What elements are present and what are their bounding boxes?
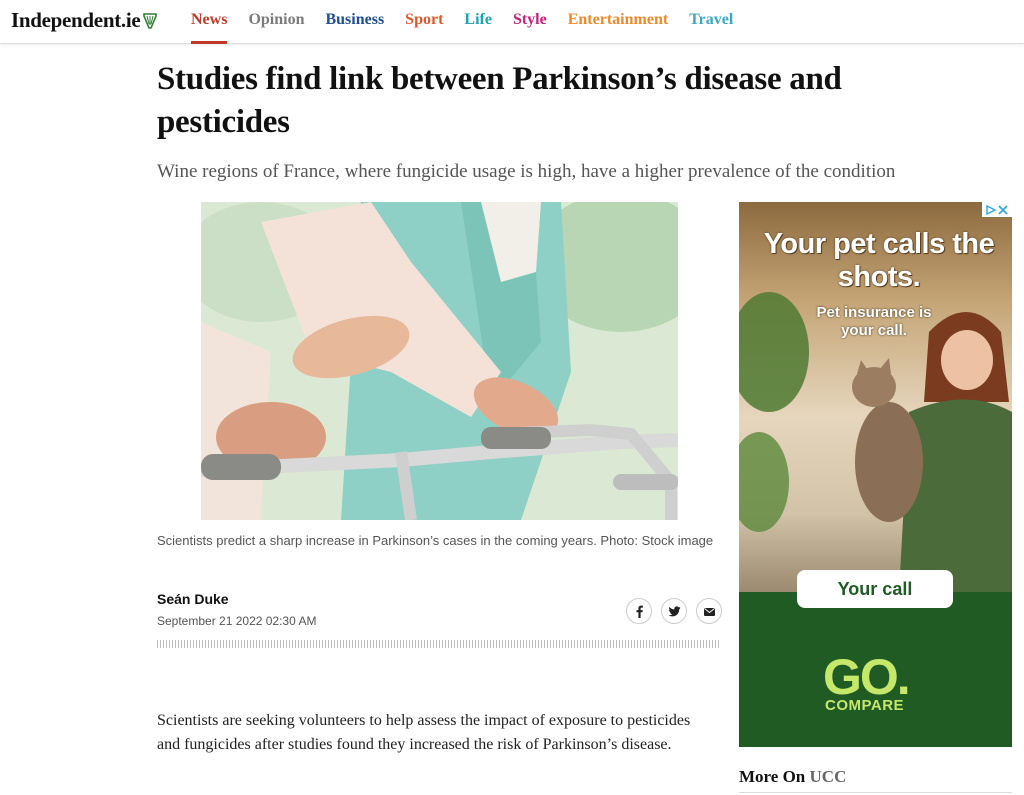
publish-date: September 21 2022 02:30 AM xyxy=(157,614,317,628)
section-nav: News Opinion Business Sport Life Style Enterta… xyxy=(191,0,754,44)
nav-item-sport[interactable]: Sport xyxy=(405,0,443,44)
nav-item-travel[interactable]: Travel xyxy=(689,0,733,44)
walker-photo-illustration xyxy=(201,202,678,520)
ad-brand-logo-go: GO. xyxy=(823,649,911,705)
nav-item-opinion[interactable]: Opinion xyxy=(248,0,304,44)
share-twitter-button[interactable] xyxy=(661,598,687,624)
more-on-rule xyxy=(739,792,1012,793)
site-logo[interactable]: Independent.ie xyxy=(11,8,158,33)
email-icon xyxy=(703,607,715,616)
nav-item-style[interactable]: Style xyxy=(513,0,547,44)
more-on-topic-link[interactable]: UCC xyxy=(810,767,847,786)
twitter-icon xyxy=(668,605,680,616)
nav-item-news[interactable]: News xyxy=(191,0,228,44)
nav-item-entertainment[interactable]: Entertainment xyxy=(568,0,668,44)
harp-icon xyxy=(143,12,158,29)
author-name[interactable]: Seán Duke xyxy=(157,591,229,607)
article-headline: Studies find link between Parkinson’s di… xyxy=(157,61,842,140)
ad-cta-button[interactable]: Your call xyxy=(797,570,953,608)
adchoices-icon[interactable] xyxy=(982,202,1012,217)
nav-item-business[interactable]: Business xyxy=(325,0,384,44)
share-facebook-button[interactable] xyxy=(626,598,652,624)
byline-divider xyxy=(157,640,720,648)
ad-brand-logo-compare: COMPARE xyxy=(825,697,905,714)
more-on-heading: More On UCC xyxy=(739,767,846,787)
article-standfirst: Wine regions of France, where fungicide … xyxy=(157,161,896,182)
close-icon[interactable] xyxy=(998,204,1008,215)
more-on-label: More On xyxy=(739,767,806,786)
ad-subline: Pet insurance is your call. xyxy=(816,304,932,339)
top-navigation-bar: Independent.ie News Opinion Business Sport L… xyxy=(0,0,1024,44)
ad-headline: Your pet calls the shots. xyxy=(763,228,995,293)
nav-item-life[interactable]: Life xyxy=(464,0,492,44)
facebook-icon xyxy=(636,605,643,618)
article-body-paragraph: Scientists are seeking volunteers to hel… xyxy=(157,712,691,753)
share-email-button[interactable] xyxy=(696,598,722,624)
image-caption: Scientists predict a sharp increase in P… xyxy=(157,533,714,548)
advertisement[interactable]: Your pet calls the shots. Pet insurance … xyxy=(739,202,1012,747)
hero-image[interactable] xyxy=(201,202,678,520)
adchoices-triangle-icon xyxy=(986,204,996,215)
site-logo-text: Independent.ie xyxy=(11,8,141,32)
